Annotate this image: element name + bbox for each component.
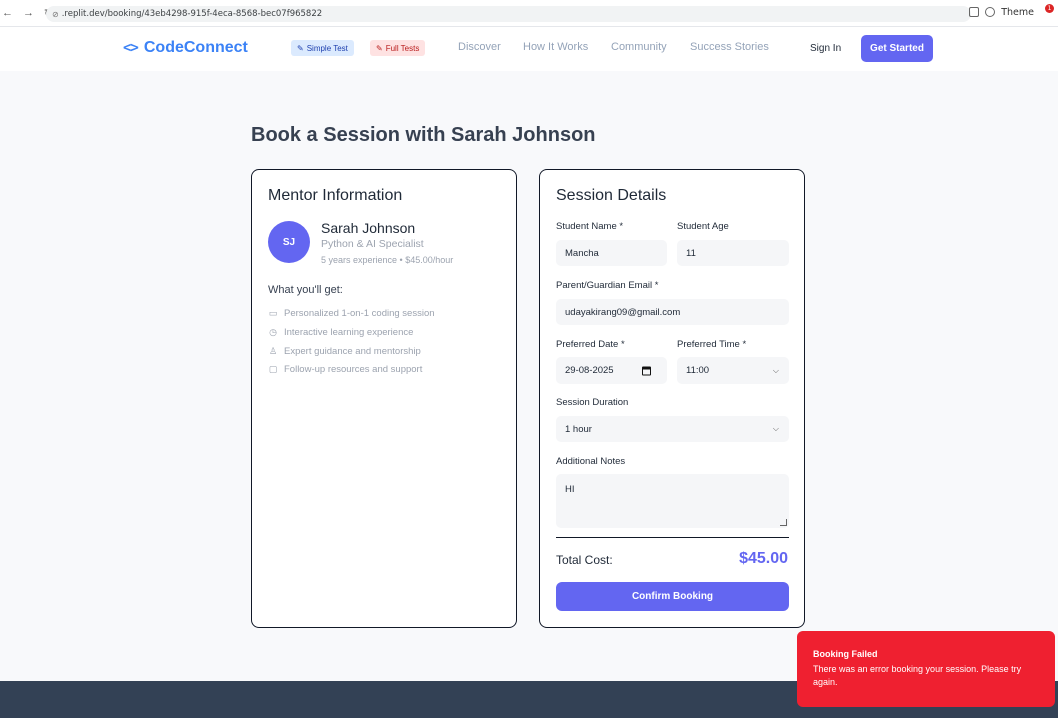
mentor-name: Sarah Johnson (321, 220, 416, 236)
error-toast[interactable]: Booking Failed There was an error bookin… (797, 631, 1055, 707)
mentor-card: Mentor Information SJ Sarah Johnson Pyth… (251, 169, 517, 628)
address-bar[interactable]: ⊘ .replit.dev/booking/43eb4298-915f-4eca… (46, 6, 971, 22)
browser-actions: Theme 1 (969, 4, 1054, 18)
site-header: <> CodeConnect ✎ Simple Test ✎ Full Test… (0, 27, 1058, 71)
calendar-icon: ▭ (268, 308, 278, 318)
divider (556, 537, 789, 538)
benefit-item: ▢ Follow-up resources and support (268, 364, 423, 375)
cast-icon[interactable] (969, 7, 980, 17)
total-cost-label: Total Cost: (556, 553, 613, 567)
confirm-booking-button[interactable]: Confirm Booking (556, 582, 789, 611)
time-label: Preferred Time * (677, 339, 747, 350)
duration-select[interactable]: 1 hour ⌵ (556, 416, 789, 442)
total-cost-value: $45.00 (739, 550, 788, 567)
calendar-icon[interactable] (642, 366, 651, 375)
notes-label: Additional Notes (556, 456, 626, 467)
logo[interactable]: <> CodeConnect (123, 39, 248, 57)
session-card: Session Details Student Name * Mancha St… (539, 169, 805, 628)
forward-icon[interactable]: → (23, 7, 34, 20)
code-icon: <> (123, 40, 139, 56)
student-age-label: Student Age (677, 221, 729, 232)
full-tests-badge[interactable]: ✎ Full Tests (370, 40, 426, 56)
duration-value: 1 hour (565, 423, 592, 435)
notes-value: HI (565, 484, 575, 495)
simple-test-label: Simple Test (306, 43, 348, 53)
mentor-meta: 5 years experience • $45.00/hour (321, 255, 454, 265)
benefit-item: ◷ Interactive learning experience (268, 327, 413, 338)
notes-textarea[interactable]: HI (556, 474, 789, 528)
student-age-input[interactable]: 11 (677, 240, 789, 266)
mentor-card-title: Mentor Information (268, 187, 403, 204)
duration-label: Session Duration (556, 397, 629, 408)
student-name-label: Student Name * (556, 221, 624, 232)
time-value: 11:00 (686, 365, 710, 376)
nav-community[interactable]: Community (611, 41, 667, 53)
simple-test-badge[interactable]: ✎ Simple Test (291, 40, 354, 56)
benefit-item: ▭ Personalized 1-on-1 coding session (268, 308, 435, 319)
email-field[interactable]: udayakirang09@gmail.com (556, 299, 789, 325)
logo-text: CodeConnect (143, 39, 248, 56)
get-started-button[interactable]: Get Started (861, 35, 933, 62)
resize-handle[interactable] (780, 519, 787, 526)
full-tests-label: Full Tests (385, 43, 420, 53)
student-name-input[interactable]: Mancha (556, 240, 667, 266)
clock-icon: ◷ (269, 327, 277, 337)
browser-toolbar: ← → ↻ ⊘ .replit.dev/booking/43eb4298-915… (0, 0, 1058, 27)
nav-how-it-works[interactable]: How It Works (523, 41, 588, 53)
chevron-down-icon: ⌵ (772, 424, 779, 433)
benefits-title: What you'll get: (268, 284, 343, 296)
pencil-icon: ✎ (297, 43, 304, 53)
site-info-icon[interactable]: ⊘ (52, 10, 59, 19)
date-label: Preferred Date * (556, 339, 625, 350)
message-icon: ▢ (268, 364, 278, 374)
extension-icon[interactable]: 1 (1040, 4, 1054, 18)
benefit-item: ♙ Expert guidance and mentorship (268, 346, 421, 357)
benefit-text: Expert guidance and mentorship (284, 346, 421, 357)
benefit-text: Personalized 1-on-1 coding session (284, 308, 435, 319)
email-label: Parent/Guardian Email * (556, 280, 659, 291)
toast-message: There was an error booking your session.… (813, 664, 1022, 687)
date-value: 29-08-2025 (565, 365, 614, 376)
chevron-down-icon: ⌵ (772, 365, 779, 375)
nav-success-stories[interactable]: Success Stories (690, 41, 769, 53)
user-icon: ♙ (268, 346, 278, 356)
date-input[interactable]: 29-08-2025 (556, 357, 667, 384)
sign-in-link[interactable]: Sign In (810, 43, 841, 54)
avatar: SJ (268, 221, 310, 263)
benefit-text: Follow-up resources and support (284, 364, 423, 375)
session-card-title: Session Details (556, 187, 667, 204)
page-title: Book a Session with Sarah Johnson (251, 124, 596, 146)
nav-discover[interactable]: Discover (458, 41, 501, 53)
time-select[interactable]: 11:00 ⌵ (677, 357, 789, 384)
mentor-specialty: Python & AI Specialist (321, 238, 424, 250)
back-icon[interactable]: ← (2, 7, 13, 20)
browser-nav: ← → ↻ (0, 7, 53, 20)
notification-badge: 1 (1045, 4, 1054, 13)
palette-icon[interactable] (985, 7, 996, 17)
pencil-icon: ✎ (376, 43, 383, 53)
url-text: .replit.dev/booking/43eb4298-915f-4eca-8… (61, 9, 323, 19)
theme-label[interactable]: Theme (1001, 7, 1034, 18)
benefit-text: Interactive learning experience (284, 327, 414, 338)
toast-title: Booking Failed (813, 649, 878, 659)
